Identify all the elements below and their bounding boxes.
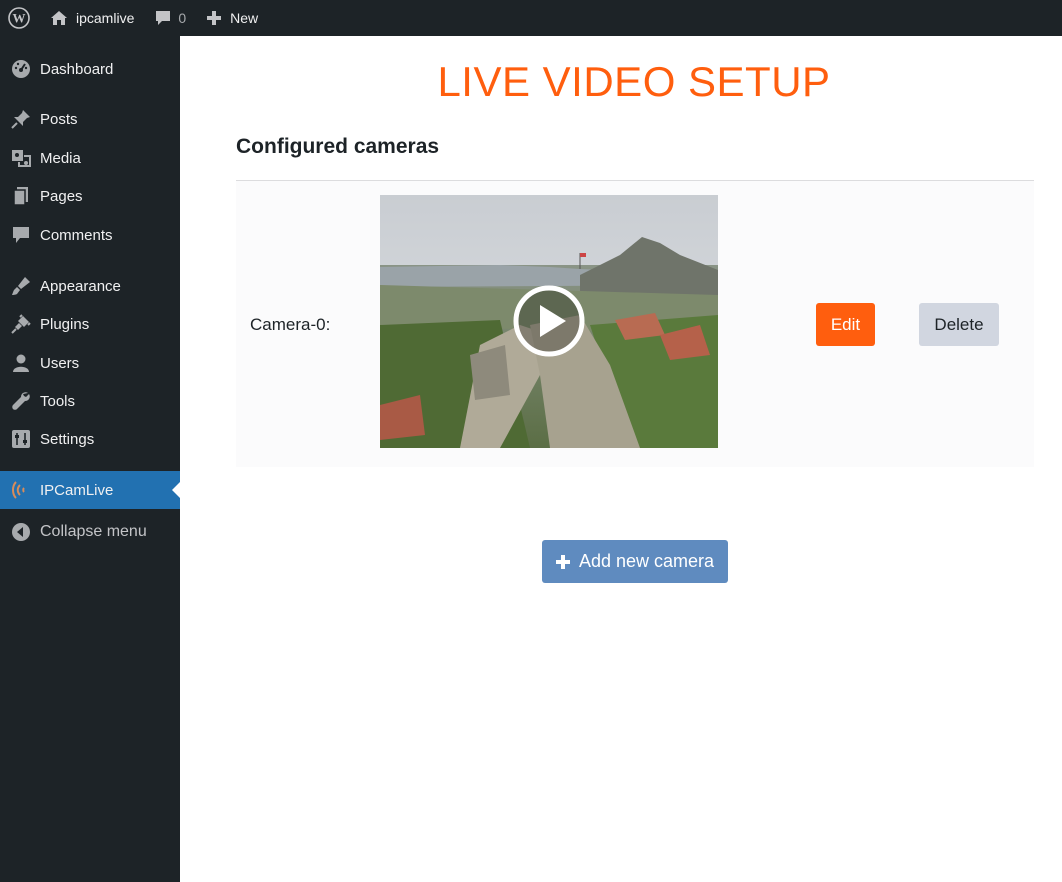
sidebar-item-label: Plugins xyxy=(40,315,90,333)
sidebar-item-pages[interactable]: Pages xyxy=(0,178,180,214)
user-icon xyxy=(10,352,32,374)
sidebar-item-label: Settings xyxy=(40,430,95,448)
edit-camera-button[interactable]: Edit xyxy=(816,303,875,346)
camera-label: Camera-0: xyxy=(250,315,331,334)
comments-link[interactable]: 0 xyxy=(144,0,196,36)
page-title: LIVE VIDEO SETUP xyxy=(437,58,831,105)
add-new-camera-label: Add new camera xyxy=(578,551,715,571)
broadcast-icon xyxy=(10,479,32,501)
site-name: ipcamlive xyxy=(76,10,135,26)
dashboard-icon xyxy=(10,58,32,80)
site-name-link[interactable]: ipcamlive xyxy=(40,0,144,36)
sidebar-item-comments[interactable]: Comments xyxy=(0,217,180,253)
camera-thumbnail[interactable] xyxy=(380,195,718,448)
sidebar-item-label: Comments xyxy=(40,226,113,244)
collapse-arrow-icon xyxy=(10,521,32,543)
admin-sidebar: Dashboard Posts Media Pages Comments App… xyxy=(0,36,180,882)
sidebar-item-label: Dashboard xyxy=(40,60,114,78)
admin-bar: W ipcamlive 0 New xyxy=(0,0,1062,36)
collapse-menu-label: Collapse menu xyxy=(40,523,147,540)
collapse-menu-button[interactable]: Collapse menu xyxy=(0,514,180,550)
plus-icon xyxy=(206,10,222,26)
sidebar-item-label: Pages xyxy=(40,187,83,205)
sidebar-item-label: IPCamLive xyxy=(40,481,114,499)
pin-icon xyxy=(10,108,32,130)
comment-icon xyxy=(10,224,32,246)
wordpress-logo-icon[interactable]: W xyxy=(0,0,40,36)
sidebar-item-label: Appearance xyxy=(40,277,121,295)
plus-icon xyxy=(555,554,570,569)
sidebar-item-plugins[interactable]: Plugins xyxy=(0,306,180,342)
plugin-icon xyxy=(10,313,32,335)
home-icon xyxy=(50,10,68,26)
sidebar-item-dashboard[interactable]: Dashboard xyxy=(0,51,180,87)
sidebar-item-posts[interactable]: Posts xyxy=(0,101,180,137)
sidebar-item-label: Media xyxy=(40,149,81,167)
sidebar-item-ipcamlive[interactable]: IPCamLive xyxy=(0,471,180,509)
play-icon[interactable] xyxy=(512,284,586,358)
section-title: Configured cameras xyxy=(236,135,440,158)
new-label: New xyxy=(230,10,259,26)
sidebar-item-appearance[interactable]: Appearance xyxy=(0,268,180,304)
comment-bubble-icon xyxy=(154,10,172,26)
media-icon xyxy=(10,147,32,169)
sidebar-item-media[interactable]: Media xyxy=(0,140,180,176)
sidebar-item-users[interactable]: Users xyxy=(0,345,180,381)
sidebar-item-label: Posts xyxy=(40,110,78,128)
sidebar-item-label: Tools xyxy=(40,392,76,410)
sidebar-item-settings[interactable]: Settings xyxy=(0,421,180,457)
wrench-icon xyxy=(10,390,32,412)
new-content-link[interactable]: New xyxy=(196,0,268,36)
delete-camera-button[interactable]: Delete xyxy=(919,303,999,346)
add-new-camera-button[interactable]: Add new camera xyxy=(542,540,728,583)
comments-count: 0 xyxy=(178,10,187,26)
camera-row: Camera-0: Edit Delete xyxy=(236,181,1034,467)
sidebar-item-label: Users xyxy=(40,354,80,372)
svg-text:W: W xyxy=(13,11,26,26)
brush-icon xyxy=(10,275,32,297)
main-content: LIVE VIDEO SETUP Configured cameras Came… xyxy=(180,36,1062,882)
pages-icon xyxy=(10,185,32,207)
sidebar-item-tools[interactable]: Tools xyxy=(0,383,180,419)
settings-icon xyxy=(10,428,32,450)
